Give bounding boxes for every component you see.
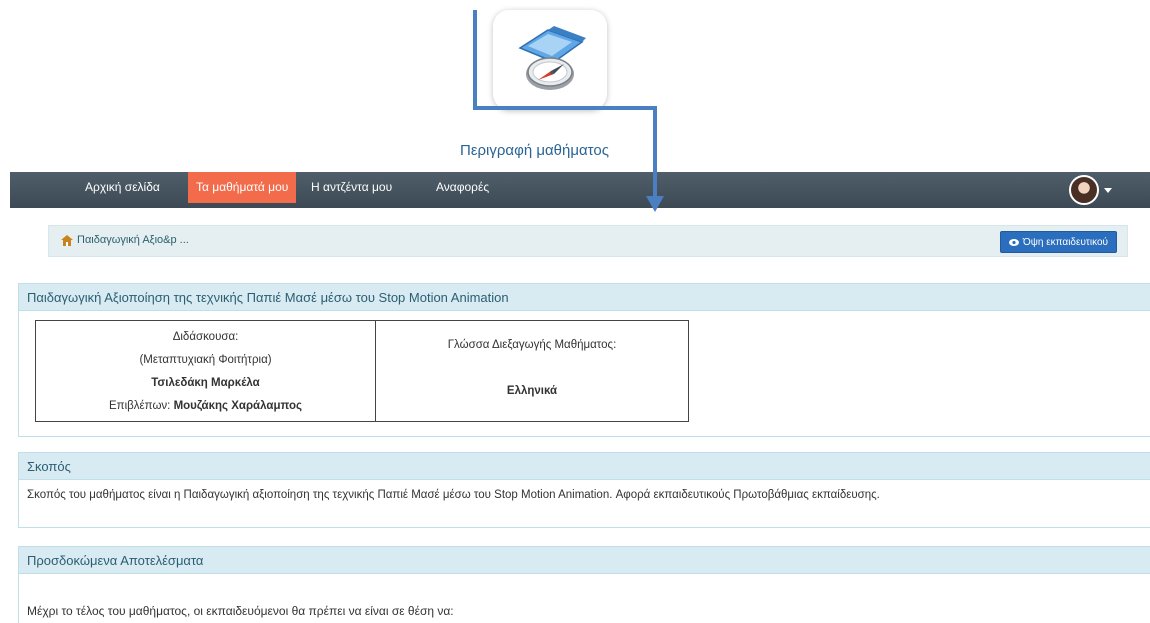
goal-panel: Σκοπός Σκοπός του μαθήματος είναι η Παιδ… [18,452,1150,528]
course-info-table: Διδάσκουσα: (Μεταπτυχιακή Φοιτήτρια) Τσι… [35,320,689,422]
breadcrumb: Παιδαγωγική Αξιο&p ... Όψη εκπαιδευτικού [48,225,1128,257]
language-cell: Γλώσσα Διεξαγωγής Μαθήματος: Ελληνικά [376,321,688,421]
nav-item-agenda[interactable]: Η αντζέντα μου [303,172,400,203]
breadcrumb-course-link[interactable]: Παιδαγωγική Αξιο&p ... [61,234,189,246]
page-caption: Περιγραφή μαθήματος [460,142,609,159]
instructor-cell: Διδάσκουσα: (Μεταπτυχιακή Φοιτήτρια) Τσι… [36,321,376,421]
outcomes-heading: Προσδοκώμενα Αποτελέσματα [19,547,1150,574]
outcomes-text: Μέχρι το τέλος του μαθήματος, οι εκπαιδε… [27,604,454,618]
course-title: Παιδαγωγική Αξιοποίηση της τεχνικής Παπι… [19,284,1150,311]
breadcrumb-label: Παιδαγωγική Αξιο&p ... [77,234,189,246]
goal-heading: Σκοπός [19,453,1150,480]
teacher-view-button[interactable]: Όψη εκπαιδευτικού [999,231,1117,253]
instructor-heading: Διδάσκουσα: [172,330,239,343]
language-value: Ελληνικά [506,385,558,397]
avatar[interactable] [1069,175,1099,205]
nav-item-home[interactable]: Αρχική σελίδα [77,172,168,203]
course-info-panel: Παιδαγωγική Αξιοποίηση της τεχνικής Παπι… [18,283,1150,437]
nav-item-my-courses[interactable]: Τα μαθήματά μου [188,172,297,203]
goal-text: Σκοπός του μαθήματος είναι η Παιδαγωγική… [27,489,880,501]
supervisor-label: Επιβλέπων: [109,399,171,412]
nav-item-reports[interactable]: Αναφορές [428,172,497,203]
instructor-role: (Μεταπτυχιακή Φοιτήτρια) [139,353,272,366]
supervisor-line: Επιβλέπων: Μουζάκης Χαράλαμπος [109,400,302,412]
compass-map-icon [518,26,586,90]
teacher-view-label: Όψη εκπαιδευτικού [1022,236,1108,248]
main-navbar: Αρχική σελίδα Τα μαθήματά μου Η αντζέντα… [10,172,1150,208]
instructor-name: Τσιλεδάκη Μαρκέλα [151,376,260,389]
course-icon-tile [493,10,607,110]
language-label: Γλώσσα Διεξαγωγής Μαθήματος: [447,339,617,351]
supervisor-name: Μουζάκης Χαράλαμπος [173,399,302,412]
eye-icon [1008,238,1019,246]
home-icon [61,234,73,246]
user-menu[interactable] [1069,175,1112,205]
outcomes-panel: Προσδοκώμενα Αποτελέσματα Μέχρι το τέλος… [18,546,1150,623]
chevron-down-icon [1104,187,1112,193]
